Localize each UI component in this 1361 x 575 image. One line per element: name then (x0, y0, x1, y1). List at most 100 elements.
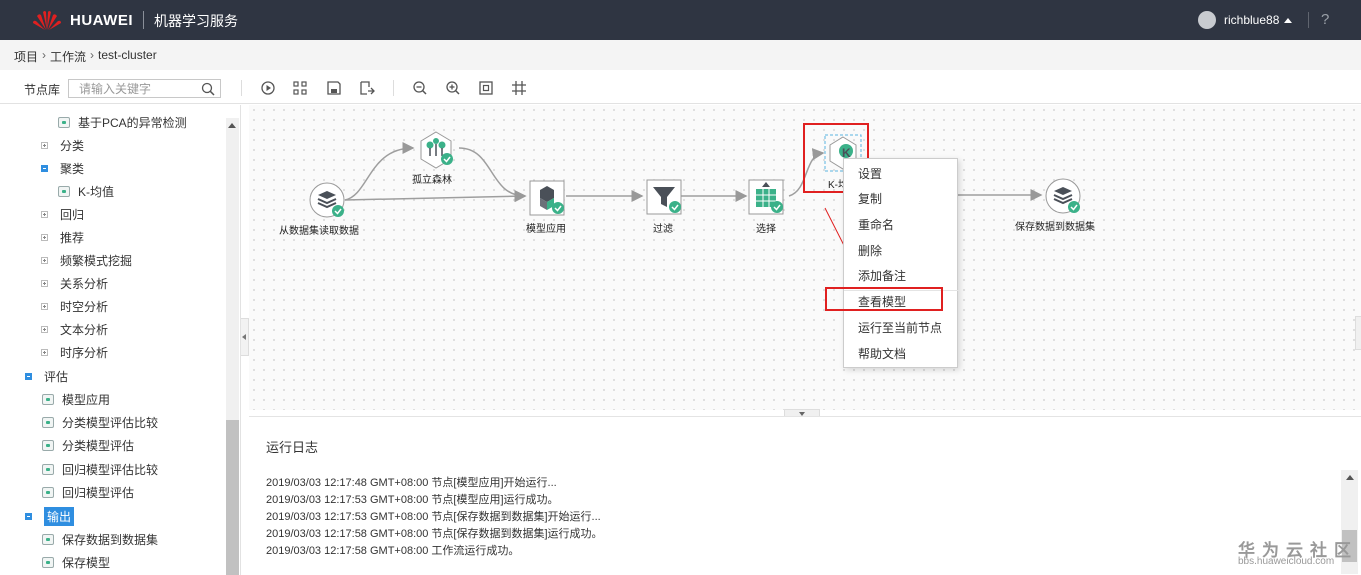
run-icon[interactable] (260, 80, 276, 96)
tree-item-label: 关系分析 (60, 276, 109, 291)
toolbar-divider (241, 80, 242, 96)
log-line: 2019/03/03 12:17:53 GMT+08:00 节点[保存数据到数据… (266, 511, 601, 523)
expand-icon[interactable] (41, 233, 48, 241)
user-menu[interactable]: richblue88 (1198, 11, 1293, 29)
tree-item-label: 文本分析 (60, 322, 109, 337)
tree-item-timeseries[interactable]: 时序分析 (41, 342, 108, 362)
tree-item-label: 输出 (44, 506, 75, 526)
forest-icon[interactable] (416, 130, 456, 170)
tree-item-classification[interactable]: 分类 (41, 135, 84, 155)
select-icon[interactable] (746, 177, 786, 217)
tree-item-label: 分类 (60, 138, 85, 153)
tree-item-label: 模型应用 (62, 392, 111, 407)
tree-item-kmeans[interactable]: K-均值 (58, 181, 114, 201)
breadcrumb-workflow[interactable]: 工作流 (50, 48, 86, 70)
node-type-icon (42, 463, 54, 475)
save-icon[interactable] (326, 80, 342, 96)
tree-item-class-eval[interactable]: 分类模型评估 (42, 435, 134, 455)
zoom-out-icon[interactable] (412, 80, 428, 96)
huawei-logo (33, 11, 61, 30)
expand-icon[interactable] (41, 141, 48, 149)
menu-item-add-note[interactable]: 添加备注 (858, 267, 906, 285)
watermark-url: bbs.huaweicloud.com (1238, 556, 1335, 567)
tree-item-pca[interactable]: 基于PCA的异常检测 (58, 112, 187, 132)
save-dataset-icon[interactable] (1044, 177, 1084, 217)
node-type-icon (42, 416, 54, 428)
expand-icon[interactable] (41, 325, 48, 333)
tree-item-output[interactable]: 输出 (25, 506, 75, 526)
dataset-icon[interactable] (308, 181, 348, 221)
tree-item-relation[interactable]: 关系分析 (41, 273, 108, 293)
breadcrumb-project[interactable]: 项目 (14, 48, 38, 70)
breadcrumb-current: test-cluster (98, 48, 157, 62)
tree-item-clustering[interactable]: 聚类 (41, 158, 84, 178)
log-line: 2019/03/03 12:17:58 GMT+08:00 节点[保存数据到数据… (266, 528, 603, 540)
sidebar-scroll-thumb[interactable] (226, 420, 239, 575)
menu-item-delete[interactable]: 删除 (858, 242, 882, 260)
expand-icon[interactable] (41, 210, 48, 218)
node-type-icon (42, 486, 54, 498)
right-panel-handle[interactable] (1355, 316, 1361, 350)
tree-item-spatiotemporal[interactable]: 时空分析 (41, 296, 108, 316)
export-icon[interactable] (359, 80, 375, 96)
node-type-icon (42, 393, 54, 405)
node-search (68, 79, 221, 98)
zoom-in-icon[interactable] (445, 80, 461, 96)
username: richblue88 (1224, 13, 1280, 27)
filter-icon[interactable] (644, 177, 684, 217)
tree-item-label: 聚类 (60, 161, 85, 176)
layout-icon[interactable] (292, 80, 308, 96)
node-type-icon (58, 116, 70, 128)
toolbar-divider (393, 80, 394, 96)
scroll-up-icon[interactable] (228, 123, 236, 128)
tree-item-label: 分类模型评估 (62, 438, 135, 453)
tree-item-save-model[interactable]: 保存模型 (42, 552, 110, 572)
node-library-label: 节点库 (24, 83, 61, 97)
tree-item-recommend[interactable]: 推荐 (41, 227, 84, 247)
log-line: 2019/03/03 12:17:48 GMT+08:00 节点[模型应用]开始… (266, 477, 557, 489)
sidebar-collapse-handle[interactable] (241, 318, 249, 356)
tree-item-regression[interactable]: 回归 (41, 204, 84, 224)
tree-item-class-eval-compare[interactable]: 分类模型评估比较 (42, 412, 158, 432)
expand-icon[interactable] (41, 279, 48, 287)
expand-icon[interactable] (41, 256, 48, 264)
node-search-input[interactable] (69, 80, 195, 97)
fit-icon[interactable] (478, 80, 494, 96)
log-line: 2019/03/03 12:17:58 GMT+08:00 工作流运行成功。 (266, 545, 520, 557)
expand-icon[interactable] (41, 348, 48, 356)
tree-item-label: 回归 (60, 207, 85, 222)
tree-item-frequent-pattern[interactable]: 频繁模式挖掘 (41, 250, 132, 270)
highlight-box-view-model (825, 287, 943, 311)
node-label-isolation-forest: 孤立森林 (412, 175, 452, 186)
collapse-icon[interactable] (41, 164, 48, 172)
toolbar: 节点库 (0, 72, 1361, 104)
node-label-filter: 过滤 (653, 224, 673, 235)
tree-item-text[interactable]: 文本分析 (41, 319, 108, 339)
collapse-icon[interactable] (25, 372, 32, 380)
tree-item-model-apply[interactable]: 模型应用 (42, 389, 110, 409)
tree-item-reg-eval[interactable]: 回归模型评估 (42, 482, 134, 502)
help-icon[interactable]: ? (1321, 11, 1329, 28)
tree-item-label: 时序分析 (60, 345, 109, 360)
expand-icon[interactable] (41, 302, 48, 310)
caret-up-icon (1284, 17, 1293, 23)
node-label-model-apply: 模型应用 (526, 224, 566, 235)
menu-item-settings[interactable]: 设置 (858, 165, 882, 183)
tree-item-reg-eval-compare[interactable]: 回归模型评估比较 (42, 459, 158, 479)
menu-item-copy[interactable]: 复制 (858, 190, 882, 208)
tree-item-save-dataset[interactable]: 保存数据到数据集 (42, 529, 158, 549)
collapse-icon[interactable] (25, 512, 32, 520)
breadcrumb-separator-icon: › (90, 48, 95, 62)
menu-item-rename[interactable]: 重命名 (858, 216, 894, 234)
tree-item-label: 推荐 (60, 230, 85, 245)
model-apply-icon[interactable] (527, 178, 567, 218)
node-library-sidebar: 基于PCA的异常检测 分类 聚类 K-均值 回归 推荐 频繁模式挖掘 关系分析 … (0, 105, 241, 575)
search-icon[interactable] (201, 82, 215, 96)
menu-item-run-to-node[interactable]: 运行至当前节点 (858, 319, 942, 337)
avatar (1198, 11, 1216, 29)
scroll-up-icon[interactable] (1346, 475, 1354, 480)
tree-item-evaluation[interactable]: 评估 (25, 366, 68, 386)
menu-item-help-docs[interactable]: 帮助文档 (858, 345, 906, 363)
grid-icon[interactable] (511, 80, 527, 96)
brand-divider (143, 11, 144, 29)
